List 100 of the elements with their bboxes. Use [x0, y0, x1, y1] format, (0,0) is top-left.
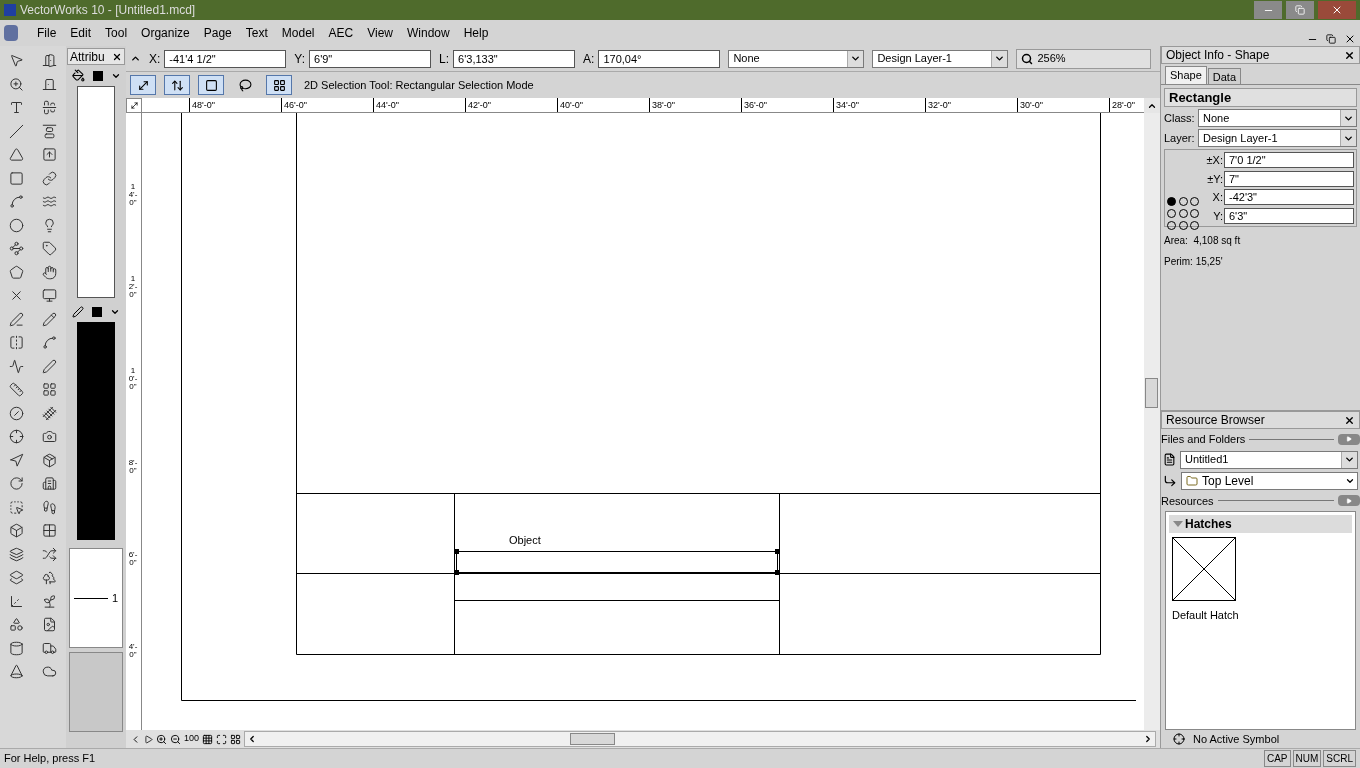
selected-rectangle[interactable]: [454, 549, 780, 575]
close-icon: [1331, 4, 1343, 16]
ruler-label: 28'-0": [1109, 98, 1135, 112]
paint-bucket-icon[interactable]: [71, 69, 85, 82]
section-label: Resources: [1161, 493, 1214, 509]
field-label: Class:: [1164, 110, 1196, 126]
field-label: Layer:: [1164, 130, 1196, 146]
ruler-label: 30'-0": [1017, 98, 1043, 112]
restore-icon: [1295, 5, 1305, 15]
grid-icon[interactable]: [202, 733, 214, 745]
input-field[interactable]: 7'0 1/2": [1224, 152, 1354, 169]
ruler-label: 38'-0": [649, 98, 675, 112]
diagonal-arrow-icon: [136, 78, 150, 92]
collapse-caret-icon[interactable]: [130, 53, 141, 64]
ruler-label: 32'-0": [925, 98, 951, 112]
menu-item[interactable]: View: [360, 24, 400, 42]
ruler-label: 36'-0": [741, 98, 767, 112]
scroll-right-icon: [1143, 734, 1153, 744]
section-menu-button[interactable]: [1338, 495, 1360, 507]
ruler-origin-icon[interactable]: [129, 101, 139, 110]
play-icon: [1346, 436, 1352, 443]
vertical-scrollbar[interactable]: [1144, 113, 1160, 730]
input-field[interactable]: 7": [1224, 170, 1354, 187]
rectangle-selection-button[interactable]: [198, 75, 224, 95]
group-header[interactable]: Hatches: [1169, 515, 1352, 533]
section-label: Files and Folders: [1161, 432, 1246, 447]
drawing-canvas[interactable]: Object: [142, 113, 1144, 730]
menu-item[interactable]: Organize: [134, 24, 197, 42]
field-label: ±Y:: [1207, 171, 1223, 187]
tab[interactable]: Data: [1207, 68, 1242, 84]
grid-selection-button[interactable]: [266, 75, 292, 95]
menu-item[interactable]: Text: [238, 24, 275, 42]
pen-color-swatch[interactable]: [92, 307, 102, 317]
next-icon[interactable]: [144, 734, 153, 744]
panel-title: Resource Browser: [1166, 412, 1266, 429]
close-icon[interactable]: [112, 51, 122, 62]
scroll-thumb[interactable]: [570, 733, 616, 745]
file-dropdown[interactable]: Untitled1: [1180, 450, 1358, 469]
close-icon[interactable]: [1344, 414, 1355, 426]
input-field[interactable]: -42'3": [1224, 189, 1354, 206]
horizontal-scrollbar[interactable]: [244, 731, 1156, 747]
dropdown[interactable]: None: [1198, 109, 1357, 127]
menu-item[interactable]: Window: [399, 24, 457, 42]
menu-item[interactable]: Edit: [63, 24, 99, 42]
menu-item[interactable]: AEC: [321, 24, 361, 42]
fit-icon[interactable]: [216, 733, 228, 745]
layout-icon[interactable]: [230, 733, 242, 745]
play-icon: [1346, 497, 1352, 504]
ruler-label: 34'-0": [833, 98, 859, 112]
coordinate-field[interactable]: 170,04°: [598, 49, 721, 68]
pen-icon[interactable]: [72, 306, 84, 318]
panel-title: Object Info - Shape: [1166, 47, 1271, 64]
input-field[interactable]: 6'3": [1224, 207, 1354, 224]
coordinate-field[interactable]: -41'4 1/2": [164, 49, 287, 68]
field-label: L:: [439, 50, 450, 68]
scroll-thumb[interactable]: [1145, 378, 1158, 408]
palette-title: Attribu: [70, 48, 106, 66]
class-dropdown[interactable]: None: [728, 49, 865, 68]
actual-size-button[interactable]: 100: [184, 732, 200, 746]
dropdown[interactable]: Design Layer-1: [1198, 129, 1357, 147]
mode-label: 2D Selection Tool: Rectangular Selection Mode: [304, 77, 534, 93]
close-icon[interactable]: [1344, 33, 1356, 45]
menu-item[interactable]: Page: [196, 24, 239, 42]
section-menu-button[interactable]: [1338, 433, 1360, 445]
stat-text: Area: 4,108 sq ft: [1164, 234, 1242, 248]
window-title: VectorWorks 10 - [Untitled1.mcd]: [20, 2, 196, 19]
ruler-label: 8'-0": [127, 459, 139, 475]
line-weight-value: 1: [111, 590, 118, 606]
folder-dropdown[interactable]: Top Level: [1181, 471, 1358, 490]
dropdown-caret-icon[interactable]: [110, 307, 120, 317]
menu-item[interactable]: File: [30, 24, 64, 42]
ruler-label: 4'-0": [127, 643, 139, 659]
layer-dropdown[interactable]: Design Layer-1: [872, 49, 1009, 68]
menu-item[interactable]: Help: [456, 24, 496, 42]
hatch-thumbnail[interactable]: [1172, 537, 1236, 601]
zoom-field[interactable]: 256%: [1016, 48, 1152, 69]
line-weight-panel[interactable]: 1: [69, 548, 123, 648]
shape-heading: Rectangle: [1164, 88, 1357, 107]
dropdown-caret-icon: [994, 53, 1006, 64]
ruler-label: 12'-0": [127, 275, 139, 299]
tab[interactable]: Shape: [1165, 66, 1207, 84]
crosshair-icon: [1173, 733, 1185, 745]
coordinate-field[interactable]: 6'3,133": [453, 49, 576, 68]
rectangle-selection-icon: [204, 78, 218, 92]
transform-button[interactable]: [164, 75, 190, 95]
grid-selection-icon: [272, 78, 286, 92]
status-indicator: NUM: [1292, 750, 1322, 767]
diagonal-arrow-button[interactable]: [130, 75, 156, 95]
field-label: Y:: [294, 50, 306, 68]
field-label: X:: [1212, 190, 1223, 205]
zoom-out-icon[interactable]: [170, 733, 181, 745]
fill-color-swatch[interactable]: [92, 70, 103, 81]
status-indicator: CAP: [1263, 750, 1291, 767]
coordinate-field[interactable]: 6'9": [309, 49, 432, 68]
zoom-in-icon[interactable]: [156, 733, 167, 745]
menu-item[interactable]: Model: [274, 24, 322, 42]
status-text: For Help, press F1: [4, 751, 97, 767]
restore-icon[interactable]: [1326, 34, 1336, 44]
close-icon[interactable]: [1344, 49, 1355, 61]
menu-item[interactable]: Tool: [98, 24, 135, 42]
